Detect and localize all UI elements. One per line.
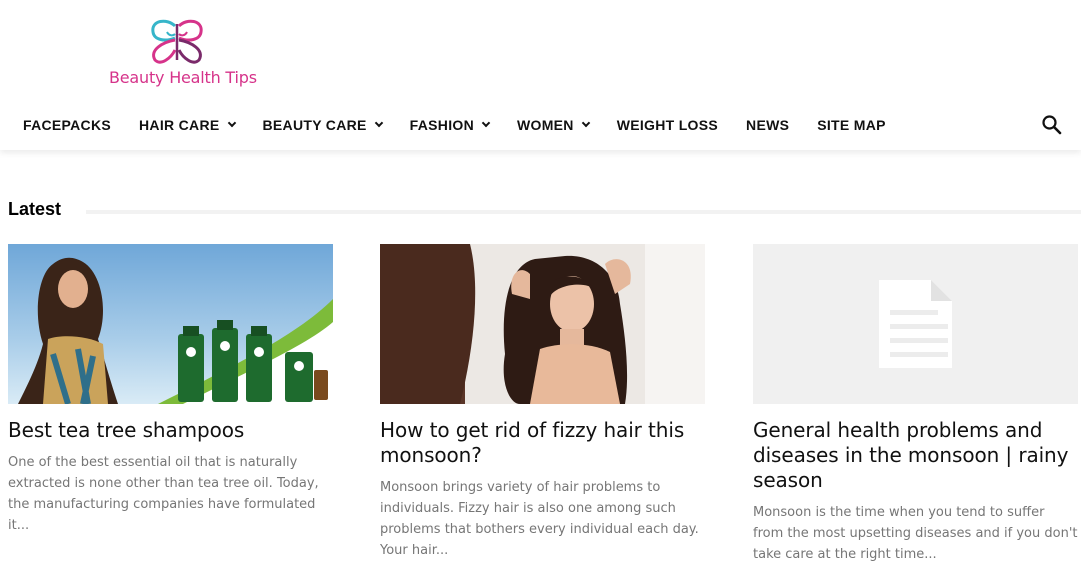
main-nav: FACEPACKS HAIR CARE BEAUTY CARE FASHION WOME…	[9, 108, 900, 142]
nav-item-site-map[interactable]: SITE MAP	[803, 108, 900, 142]
chevron-down-icon	[581, 118, 590, 128]
post-thumbnail[interactable]	[8, 244, 333, 404]
nav-item-fashion[interactable]: FASHION	[396, 108, 503, 142]
nav-item-women[interactable]: WOMEN	[503, 108, 603, 142]
post-card: How to get rid of fizzy hair this monsoo…	[380, 244, 705, 561]
nav-item-label: HAIR CARE	[139, 117, 220, 133]
nav-item-label: BEAUTY CARE	[262, 117, 367, 133]
site-header: Beauty Health Tips FACEPACKS HAIR CARE BEA…	[0, 0, 1081, 150]
nav-item-hair-care[interactable]: HAIR CARE	[125, 108, 248, 142]
nav-item-news[interactable]: NEWS	[732, 108, 803, 142]
logo-text: Beauty Health Tips	[109, 68, 257, 87]
post-card: Best tea tree shampoos One of the best e…	[8, 244, 333, 536]
chevron-down-icon	[481, 118, 491, 128]
butterfly-logo-icon	[151, 19, 203, 64]
post-title[interactable]: Best tea tree shampoos	[8, 418, 333, 443]
search-icon[interactable]	[1040, 113, 1064, 137]
post-thumbnail[interactable]	[380, 244, 705, 404]
nav-item-label: FACEPACKS	[23, 117, 112, 133]
section-heading-latest: Latest	[8, 199, 62, 219]
post-excerpt: Monsoon is the time when you tend to suf…	[753, 505, 1078, 562]
nav-item-label: WOMEN	[517, 117, 574, 133]
post-card: General health problems and diseases in …	[753, 244, 1078, 565]
nav-item-label: WEIGHT LOSS	[616, 117, 719, 133]
post-excerpt: Monsoon brings variety of hair problems …	[380, 480, 699, 558]
nav-item-label: FASHION	[409, 117, 474, 133]
nav-item-facepacks[interactable]: FACEPACKS	[9, 108, 125, 142]
nav-item-beauty-care[interactable]: BEAUTY CARE	[249, 108, 396, 142]
site-logo[interactable]: Beauty Health Tips	[100, 14, 270, 94]
chevron-down-icon	[227, 118, 236, 128]
nav-item-weight-loss[interactable]: WEIGHT LOSS	[603, 108, 732, 142]
nav-item-label: NEWS	[746, 117, 790, 133]
nav-item-label: SITE MAP	[817, 117, 886, 133]
heading-divider	[86, 210, 1081, 214]
post-thumbnail[interactable]	[753, 244, 1078, 404]
document-placeholder-icon	[753, 244, 1078, 404]
post-excerpt: One of the best essential oil that is na…	[8, 455, 319, 533]
post-title[interactable]: General health problems and diseases in …	[753, 418, 1078, 493]
chevron-down-icon	[374, 118, 383, 128]
post-title[interactable]: How to get rid of fizzy hair this monsoo…	[380, 418, 705, 468]
